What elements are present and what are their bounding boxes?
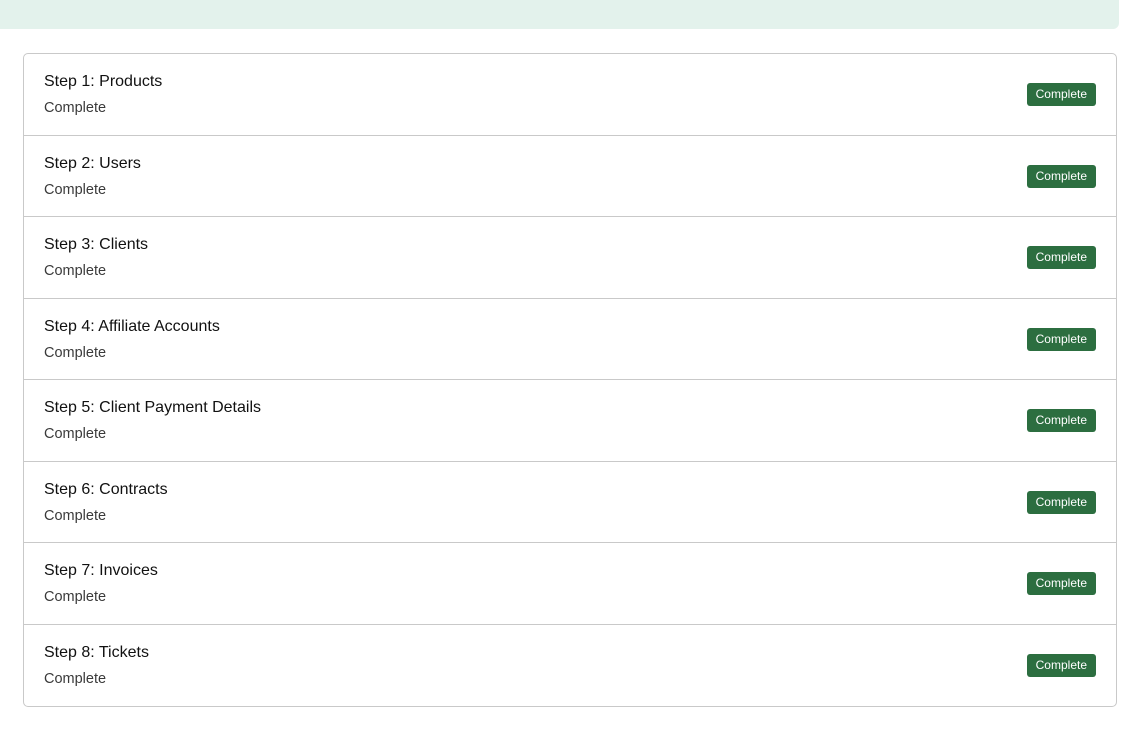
status-badge: Complete <box>1026 164 1096 188</box>
top-banner <box>0 0 1119 29</box>
step-row-affiliate-accounts[interactable]: Step 4: Affiliate Accounts Complete Comp… <box>24 299 1116 380</box>
step-status: Complete <box>44 344 107 361</box>
step-title: Step 6: Contracts <box>44 480 168 498</box>
step-title: Step 5: Client Payment Details <box>44 399 261 416</box>
step-status: Complete <box>44 100 107 116</box>
status-badge: Complete <box>1026 327 1096 351</box>
status-badge: Complete <box>1026 83 1096 106</box>
step-row-clients[interactable]: Step 3: Clients Complete Complete <box>24 217 1116 299</box>
status-badge: Complete <box>1026 653 1096 677</box>
step-status: Complete <box>44 589 107 605</box>
status-badge: Complete <box>1026 246 1096 269</box>
step-title: Step 4: Affiliate Accounts <box>44 317 220 335</box>
status-badge: Complete <box>1026 490 1096 514</box>
step-status: Complete <box>44 507 107 524</box>
step-row-tickets[interactable]: Step 8: Tickets Complete Complete <box>24 625 1116 707</box>
step-status: Complete <box>44 181 107 198</box>
step-title: Step 2: Users <box>44 154 141 172</box>
step-status: Complete <box>44 426 107 442</box>
step-row-contracts[interactable]: Step 6: Contracts Complete Complete <box>24 462 1116 543</box>
step-title: Step 7: Invoices <box>44 562 158 579</box>
step-title: Step 3: Clients <box>44 236 149 253</box>
status-badge: Complete <box>1026 409 1096 432</box>
step-row-products[interactable]: Step 1: Products Complete Complete <box>24 54 1116 136</box>
step-status: Complete <box>44 263 107 279</box>
step-title: Step 1: Products <box>44 73 163 90</box>
step-row-client-payment-details[interactable]: Step 5: Client Payment Details Complete … <box>24 380 1116 462</box>
step-row-invoices[interactable]: Step 7: Invoices Complete Complete <box>24 543 1116 625</box>
import-steps-list: Step 1: Products Complete Complete Step … <box>23 53 1117 707</box>
step-row-users[interactable]: Step 2: Users Complete Complete <box>24 136 1116 217</box>
step-status: Complete <box>44 670 107 687</box>
status-badge: Complete <box>1026 572 1096 595</box>
step-title: Step 8: Tickets <box>44 643 149 661</box>
